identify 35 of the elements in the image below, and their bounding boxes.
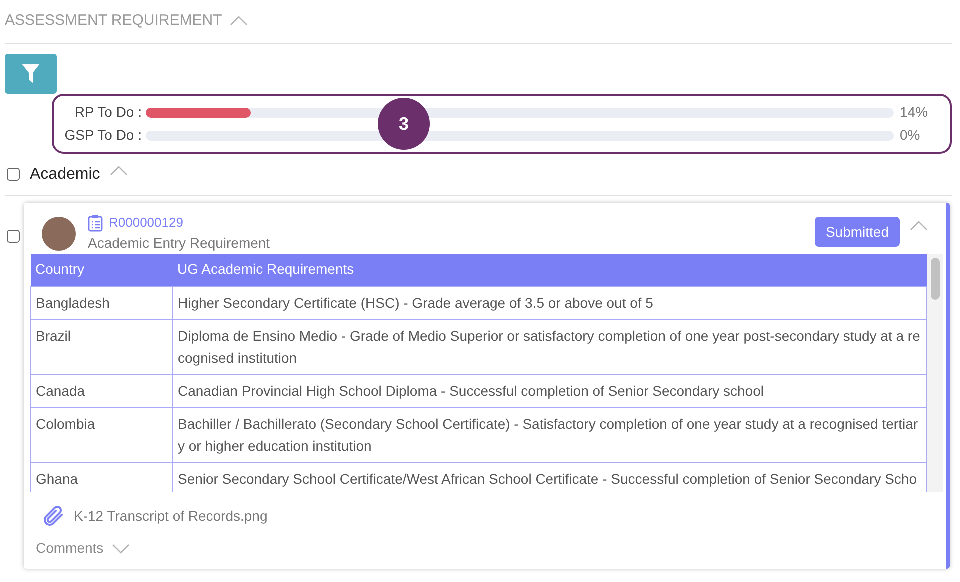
comments-toggle[interactable]: Comments (36, 538, 104, 559)
progress-label: RP To Do : (74, 103, 142, 122)
avatar (42, 217, 76, 251)
chevron-icon[interactable] (910, 221, 928, 231)
table-cell: Brazil (30, 319, 172, 374)
record-id[interactable]: R000000129 (109, 213, 184, 232)
progress-reading: 14% (900, 103, 930, 122)
progress-reading: 0% (900, 126, 922, 145)
card-title: Academic Entry Requirement (88, 234, 270, 252)
paperclip-icon (42, 504, 66, 528)
chevron-icon[interactable] (230, 16, 248, 26)
section-title: ASSESSMENT REQUIREMENT (5, 11, 222, 32)
attachment-link[interactable]: K-12 Transcript of Records.png (74, 506, 268, 526)
status-button[interactable]: Submitted (814, 217, 900, 247)
checkbox[interactable] (7, 168, 20, 181)
column-header: UG Academic Requirements (172, 254, 926, 286)
column-header: Country (30, 254, 172, 286)
step-badge: 3 (378, 98, 430, 150)
table-cell: Higher Secondary Certificate (HSC) - Grade average of 3.5 or above out of 5 (172, 286, 926, 319)
table-cell: Bangladesh (30, 286, 172, 319)
table-cell: Colombia (30, 407, 172, 462)
progress-label: GSP To Do : (64, 126, 142, 145)
group-label: Academic (30, 164, 100, 184)
table-cell: Canada (30, 374, 172, 407)
filter-icon (21, 63, 41, 85)
checkbox[interactable] (7, 230, 20, 243)
chevron-icon[interactable] (110, 166, 128, 176)
clipboard-icon (88, 214, 103, 232)
table-cell: Diploma de Ensino Medio - Grade of Medio Superior or satisfactory completion of one year post-secondary study at a recognised institution (172, 319, 926, 374)
table-cell: Ghana (30, 462, 172, 492)
table-cell: Bachiller / Bachillerato (Secondary School Certificate) - Satisfactory completion of one year study at a recognised tertiary or higher education institution (172, 407, 926, 462)
filter-button[interactable] (5, 54, 57, 94)
table-cell: Canadian Provincial High School Diploma - Successful completion of Senior Secondary school (172, 374, 926, 407)
chevron-icon[interactable] (112, 544, 130, 554)
scrollbar[interactable] (927, 254, 943, 492)
